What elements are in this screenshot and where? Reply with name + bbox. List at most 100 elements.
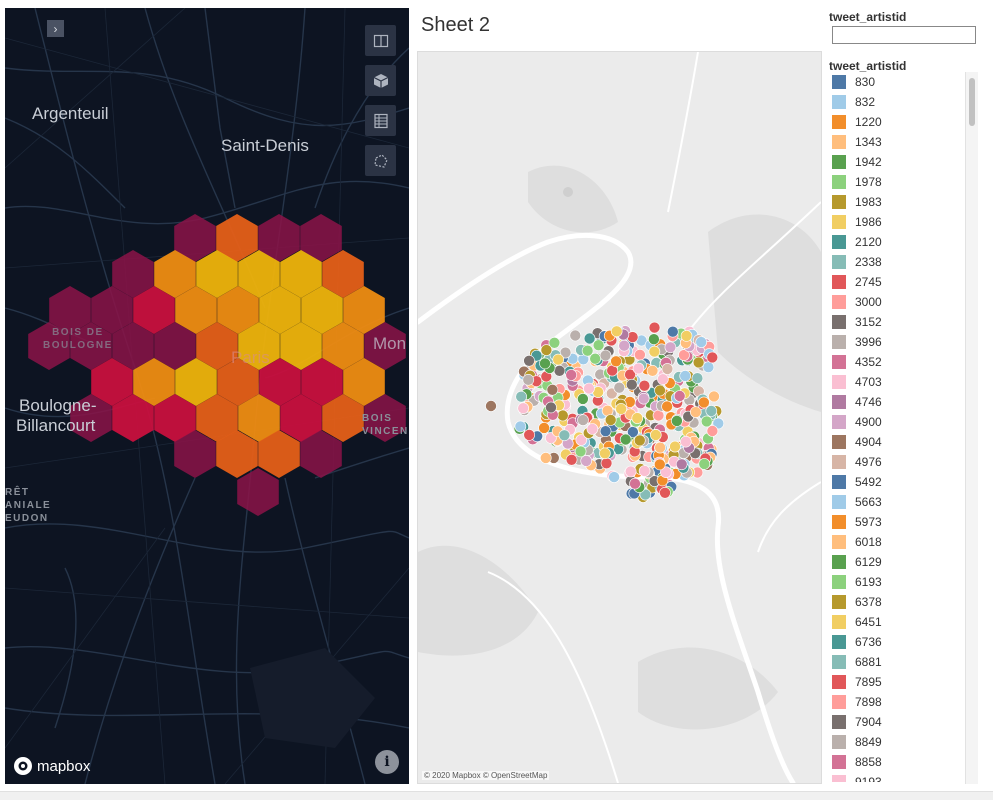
tweet-point[interactable] bbox=[702, 361, 715, 374]
legend-item[interactable]: 8858 bbox=[827, 752, 979, 772]
tweet-point[interactable] bbox=[669, 440, 681, 453]
tweet-point[interactable] bbox=[652, 409, 665, 422]
tweet-point[interactable] bbox=[583, 332, 596, 345]
legend-scrollbar[interactable] bbox=[965, 72, 978, 784]
tweet-point[interactable] bbox=[540, 452, 552, 464]
tweet-point[interactable] bbox=[664, 341, 677, 354]
tweet-point[interactable] bbox=[648, 333, 660, 346]
tweet-point[interactable] bbox=[586, 423, 599, 435]
tweet-point[interactable] bbox=[608, 471, 620, 483]
tweet-point[interactable] bbox=[557, 409, 569, 422]
tweet-point[interactable] bbox=[574, 445, 587, 458]
tweet-point[interactable] bbox=[698, 396, 710, 409]
tweet-point[interactable] bbox=[485, 400, 497, 412]
legend-item[interactable]: 9193 bbox=[827, 772, 979, 782]
tweet-point[interactable] bbox=[638, 379, 651, 392]
tweet-point[interactable] bbox=[565, 453, 578, 466]
tweet-point[interactable] bbox=[599, 425, 612, 438]
tweet-point[interactable] bbox=[661, 400, 673, 413]
expand-toggle-button[interactable]: › bbox=[47, 20, 64, 37]
tweet-point[interactable] bbox=[599, 349, 612, 362]
tweet-point[interactable] bbox=[553, 364, 566, 377]
legend-item[interactable]: 2120 bbox=[827, 232, 979, 252]
legend-item[interactable]: 4976 bbox=[827, 452, 979, 472]
tweet-point[interactable] bbox=[523, 354, 535, 367]
legend-item[interactable]: 4746 bbox=[827, 392, 979, 412]
legend-item[interactable]: 6378 bbox=[827, 592, 979, 612]
legend-item[interactable]: 6881 bbox=[827, 652, 979, 672]
tweet-point[interactable] bbox=[538, 422, 550, 434]
tweet-point[interactable] bbox=[706, 351, 719, 364]
legend-item[interactable]: 1986 bbox=[827, 212, 979, 232]
tweet-point[interactable] bbox=[577, 393, 589, 405]
point-map[interactable]: © 2020 Mapbox © OpenStreetMap bbox=[417, 51, 822, 784]
tweet-point[interactable] bbox=[700, 415, 713, 428]
tweet-point[interactable] bbox=[540, 344, 553, 356]
tweet-point[interactable] bbox=[600, 457, 613, 470]
tweet-point[interactable] bbox=[632, 362, 645, 375]
tweet-point[interactable] bbox=[650, 429, 662, 441]
legend-item[interactable]: 6736 bbox=[827, 632, 979, 652]
tweet-point[interactable] bbox=[539, 357, 551, 370]
tweet-point[interactable] bbox=[637, 392, 650, 405]
tweet-point[interactable] bbox=[626, 378, 638, 391]
tweet-point[interactable] bbox=[619, 433, 632, 446]
legend-item[interactable]: 3000 bbox=[827, 292, 979, 312]
split-view-button[interactable] bbox=[365, 25, 396, 56]
3d-view-button[interactable] bbox=[365, 65, 396, 96]
info-button[interactable]: i bbox=[375, 750, 399, 774]
tweet-point[interactable] bbox=[599, 447, 611, 460]
legend-scroll-thumb[interactable] bbox=[969, 78, 975, 126]
tweet-point[interactable] bbox=[577, 414, 589, 426]
legend-item[interactable]: 4900 bbox=[827, 412, 979, 432]
legend-item[interactable]: 7895 bbox=[827, 672, 979, 692]
tweet-point[interactable] bbox=[698, 458, 711, 470]
tweet-point[interactable] bbox=[552, 353, 564, 366]
tweet-point[interactable] bbox=[695, 336, 708, 348]
legend-item[interactable]: 6193 bbox=[827, 572, 979, 592]
tweet-point[interactable] bbox=[654, 384, 666, 397]
legend-item[interactable]: 1983 bbox=[827, 192, 979, 212]
legend-item[interactable]: 1220 bbox=[827, 112, 979, 132]
legend-item[interactable]: 1942 bbox=[827, 152, 979, 172]
legend-item[interactable]: 830 bbox=[827, 72, 979, 92]
tweet-point[interactable] bbox=[657, 373, 669, 386]
legend-item[interactable]: 3996 bbox=[827, 332, 979, 352]
tweet-point[interactable] bbox=[646, 364, 659, 377]
tweet-point[interactable] bbox=[569, 329, 582, 342]
tweet-point[interactable] bbox=[515, 390, 527, 403]
tweet-point[interactable] bbox=[659, 486, 671, 499]
tweet-point[interactable] bbox=[565, 369, 577, 381]
legend-item[interactable]: 7898 bbox=[827, 692, 979, 712]
legend-item[interactable]: 6129 bbox=[827, 552, 979, 572]
tweet-point[interactable] bbox=[581, 344, 594, 357]
tweet-point[interactable] bbox=[661, 363, 674, 375]
legend-item[interactable]: 3152 bbox=[827, 312, 979, 332]
tweet-point[interactable] bbox=[514, 420, 527, 433]
tweet-point[interactable] bbox=[654, 441, 666, 454]
tweet-point[interactable] bbox=[613, 381, 626, 394]
tweet-point[interactable] bbox=[545, 401, 557, 414]
tweet-point[interactable] bbox=[522, 373, 535, 386]
tweet-point[interactable] bbox=[679, 435, 692, 448]
tweet-point[interactable] bbox=[648, 345, 661, 358]
legend-item[interactable]: 6451 bbox=[827, 612, 979, 632]
legend-item[interactable]: 8849 bbox=[827, 732, 979, 752]
tweet-point[interactable] bbox=[679, 370, 692, 382]
tweet-point[interactable] bbox=[546, 383, 559, 396]
tweet-point[interactable] bbox=[667, 325, 679, 338]
tweet-point[interactable] bbox=[558, 429, 571, 442]
tweet-point[interactable] bbox=[675, 458, 688, 471]
map-attribution[interactable]: © 2020 Mapbox © OpenStreetMap bbox=[422, 771, 550, 780]
artist-filter-input[interactable] bbox=[832, 26, 976, 44]
tweet-point[interactable] bbox=[523, 429, 535, 441]
tweet-point[interactable] bbox=[708, 390, 720, 403]
tweet-point[interactable] bbox=[624, 465, 637, 478]
hexbin-cell[interactable] bbox=[237, 468, 279, 516]
tweet-point[interactable] bbox=[692, 356, 705, 369]
tweet-point[interactable] bbox=[705, 405, 718, 417]
tweet-point[interactable] bbox=[673, 390, 686, 402]
legend-item[interactable]: 6018 bbox=[827, 532, 979, 552]
data-table-button[interactable] bbox=[365, 105, 396, 136]
tweet-point[interactable] bbox=[604, 414, 617, 426]
